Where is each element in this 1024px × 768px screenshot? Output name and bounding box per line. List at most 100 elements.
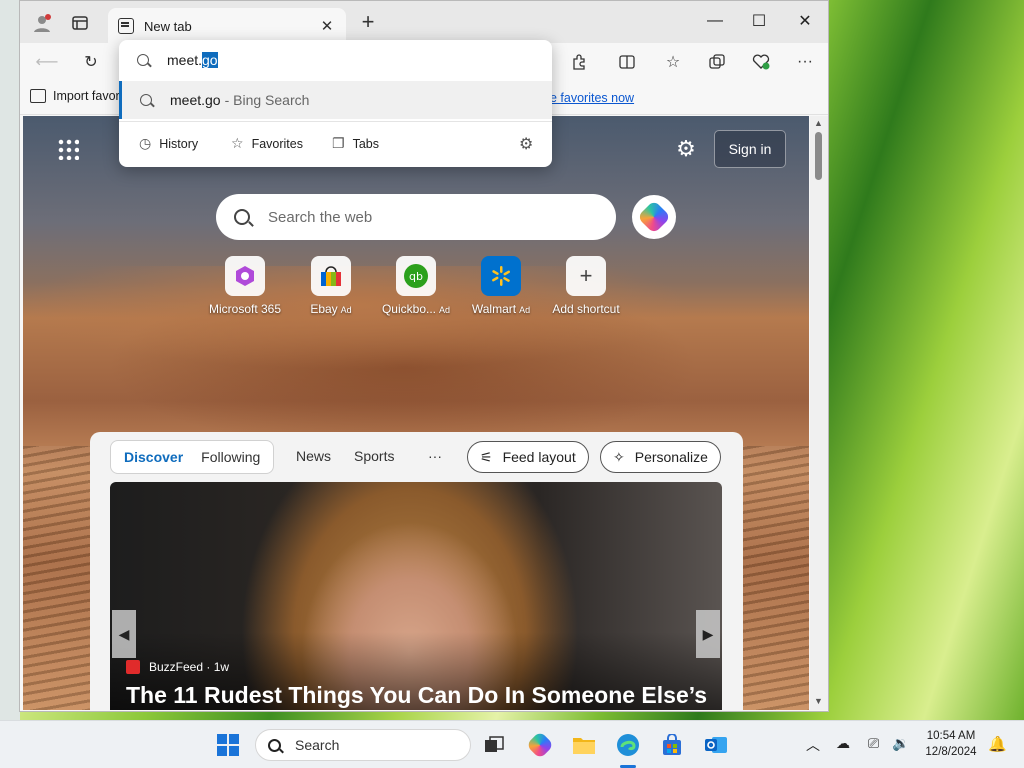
address-bar-settings-icon[interactable]: ⚙ [519,134,533,154]
search-icon [140,94,152,106]
split-screen-icon[interactable] [614,50,640,74]
tabs-icon: ❐ [332,135,345,151]
outlook-icon[interactable] [700,729,732,761]
notifications-bell-icon[interactable]: 🔔 [988,735,1007,753]
shortcut-walmart[interactable]: Walmart Ad [456,256,546,316]
new-tab-page: ⚙ Sign in Search the web Microsoft 365 E… [23,116,809,710]
news-feed: Discover Following News Sports ··· ⚟ Fee… [90,432,743,710]
tabs-label: Tabs [352,136,379,151]
suggestion-desc: - Bing Search [224,92,310,108]
tab-following[interactable]: Following [192,449,269,465]
carousel-next-button[interactable]: ▶ [696,610,720,658]
quickbooks-icon: qb [396,256,436,296]
feed-tab-group: Discover Following [110,440,275,474]
more-options-icon[interactable]: ··· [792,50,818,74]
network-icon[interactable]: ⎚ [868,735,879,752]
page-settings-icon[interactable]: ⚙ [673,136,699,162]
system-clock[interactable]: 10:54 AM 12/8/2024 [920,728,982,760]
tab-news[interactable]: News [296,448,331,464]
shortcut-label: Add shortcut [552,302,620,316]
extensions-icon[interactable] [566,50,592,74]
tab-new-tab[interactable]: New tab ✕ [108,8,346,44]
start-button[interactable] [212,729,244,761]
search-icon [137,54,149,66]
more-categories-button[interactable]: ··· [428,448,442,464]
address-bar-input[interactable]: meet.go [119,40,552,80]
browser-essentials-icon[interactable] [748,50,774,74]
shortcut-label: Ebay Ad [310,302,352,316]
tab-close-button[interactable]: ✕ [318,17,336,35]
shortcut-quickbooks[interactable]: qb Quickbo... Ad [371,256,461,316]
taskbar-search-placeholder: Search [295,737,340,753]
onedrive-offline-icon[interactable]: ☁ [836,735,850,752]
windows-logo-icon [217,734,239,756]
copilot-icon [637,200,671,234]
copilot-taskbar-icon[interactable] [524,729,556,761]
profile-icon[interactable] [30,11,54,35]
new-tab-page-icon [118,18,134,34]
add-shortcut-button[interactable]: + Add shortcut [541,256,631,316]
walmart-icon [481,256,521,296]
back-button[interactable]: ⟵ [34,50,60,74]
volume-icon[interactable]: 🔉 [892,735,909,752]
refresh-button[interactable]: ↻ [78,50,104,74]
tab-title: New tab [144,18,192,34]
app-launcher-icon[interactable] [57,138,79,160]
shortcut-ebay[interactable]: Ebay Ad [286,256,376,316]
scroll-up-icon[interactable]: ▲ [814,118,823,128]
tab-actions-icon[interactable] [68,11,92,35]
web-search-box[interactable]: Search the web [216,194,616,240]
shortcut-microsoft-365[interactable]: Microsoft 365 [200,256,290,316]
suggestion-bing-search[interactable]: meet.go - Bing Search [119,81,552,119]
web-search-placeholder: Search the web [268,208,373,226]
minimize-button[interactable]: — [692,1,738,41]
taskbar-search-box[interactable]: Search [255,729,471,761]
shortcut-label: Microsoft 365 [208,302,282,316]
article-headline[interactable]: The 11 Rudest Things You Can Do In Someo… [126,682,707,709]
sparkle-icon: ✧ [613,448,625,465]
copilot-button[interactable] [632,195,676,239]
favorites-label: Favorites [251,136,303,151]
tab-discover[interactable]: Discover [115,449,192,465]
article-source-label: BuzzFeed · 1w [149,660,230,674]
tabs-chip[interactable]: ❐ Tabs [332,135,379,152]
favorites-icon[interactable]: ☆ [660,50,686,74]
microsoft-store-icon[interactable] [656,729,688,761]
maximize-button[interactable]: ☐ [736,1,782,41]
shortcut-label: Walmart Ad [471,302,531,316]
file-explorer-icon[interactable] [568,729,600,761]
feed-layout-label: Feed layout [502,449,576,465]
show-hidden-icons-button[interactable]: ︿ [806,735,820,755]
feed-layout-button[interactable]: ⚟ Feed layout [467,441,589,473]
task-view-icon[interactable] [478,729,510,761]
search-icon [234,209,250,225]
personalize-button[interactable]: ✧ Personalize [600,441,721,473]
personalize-label: Personalize [634,449,708,465]
history-chip[interactable]: ◷ History [139,135,198,152]
copilot-icon [525,730,555,760]
scrollbar-thumb[interactable] [815,132,822,180]
favorites-chip[interactable]: ☆ Favorites [231,135,303,152]
tab-sports[interactable]: Sports [354,448,394,464]
suggestion-text: meet.go [170,92,221,108]
sign-in-button[interactable]: Sign in [714,130,786,168]
scroll-down-icon[interactable]: ▼ [814,696,823,706]
buzzfeed-logo-icon [126,660,140,674]
import-favorites-label: Import favor [53,89,120,103]
article-source: BuzzFeed · 1w [126,660,229,674]
manage-favorites-link[interactable]: e favorites now [550,91,634,105]
collections-icon[interactable] [704,50,730,74]
edge-taskbar-icon[interactable] [612,729,644,761]
title-bar: New tab ✕ + — ☐ ✕ [20,1,828,44]
import-favorites-button[interactable]: Import favor [30,89,120,103]
page-scrollbar[interactable]: ▲ ▼ [810,116,828,710]
close-button[interactable]: ✕ [782,1,828,41]
featured-article-card[interactable]: ◀ ▶ BuzzFeed · 1w The 11 Rudest Things Y… [110,482,722,710]
history-icon: ◷ [139,135,152,151]
new-tab-button[interactable]: + [354,11,382,35]
carousel-prev-button[interactable]: ◀ [112,610,136,658]
address-bar-dropdown: meet.go meet.go - Bing Search ◷ History … [119,40,552,167]
shortcut-label: Quickbo... Ad [381,302,451,316]
search-icon [268,738,281,752]
history-label: History [159,136,199,151]
